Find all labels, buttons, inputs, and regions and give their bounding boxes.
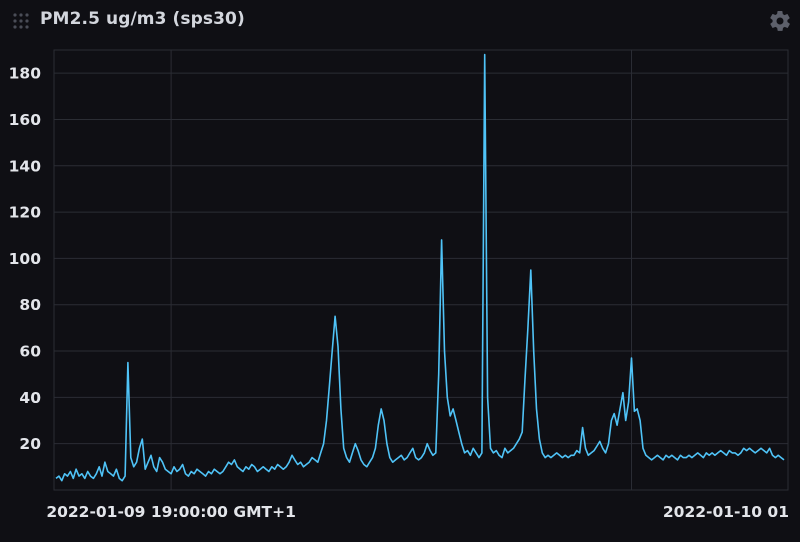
series-line bbox=[55, 53, 785, 482]
y-tick-label: 80 bbox=[19, 296, 41, 314]
y-tick-label: 120 bbox=[9, 204, 42, 222]
grid-layer bbox=[53, 49, 789, 491]
x-axis: 2022-01-09 19:00:00 GMT+1 2022-01-10 01 bbox=[46, 503, 789, 521]
x-tick-label: 2022-01-10 01 bbox=[663, 503, 789, 521]
y-tick-label: 160 bbox=[9, 111, 42, 129]
series-layer bbox=[55, 53, 785, 482]
y-axis: 20 40 60 80 100 120 140 160 180 bbox=[9, 65, 42, 454]
pm25-line-chart: 20 40 60 80 100 120 140 160 180 2022-01-09 19:00… bbox=[9, 49, 789, 521]
y-tick-label: 140 bbox=[9, 157, 42, 175]
y-tick-label: 100 bbox=[9, 250, 42, 268]
y-tick-label: 40 bbox=[19, 389, 41, 407]
x-tick-label: 2022-01-09 19:00:00 GMT+1 bbox=[46, 503, 296, 521]
plot-frame bbox=[53, 49, 789, 491]
chart-panel: PM2.5 ug/m3 (sps30) 20 40 60 80 100 120 140 160… bbox=[0, 0, 800, 542]
y-tick-label: 180 bbox=[9, 65, 42, 83]
y-tick-label: 60 bbox=[19, 343, 41, 361]
y-tick-label: 20 bbox=[19, 435, 41, 453]
